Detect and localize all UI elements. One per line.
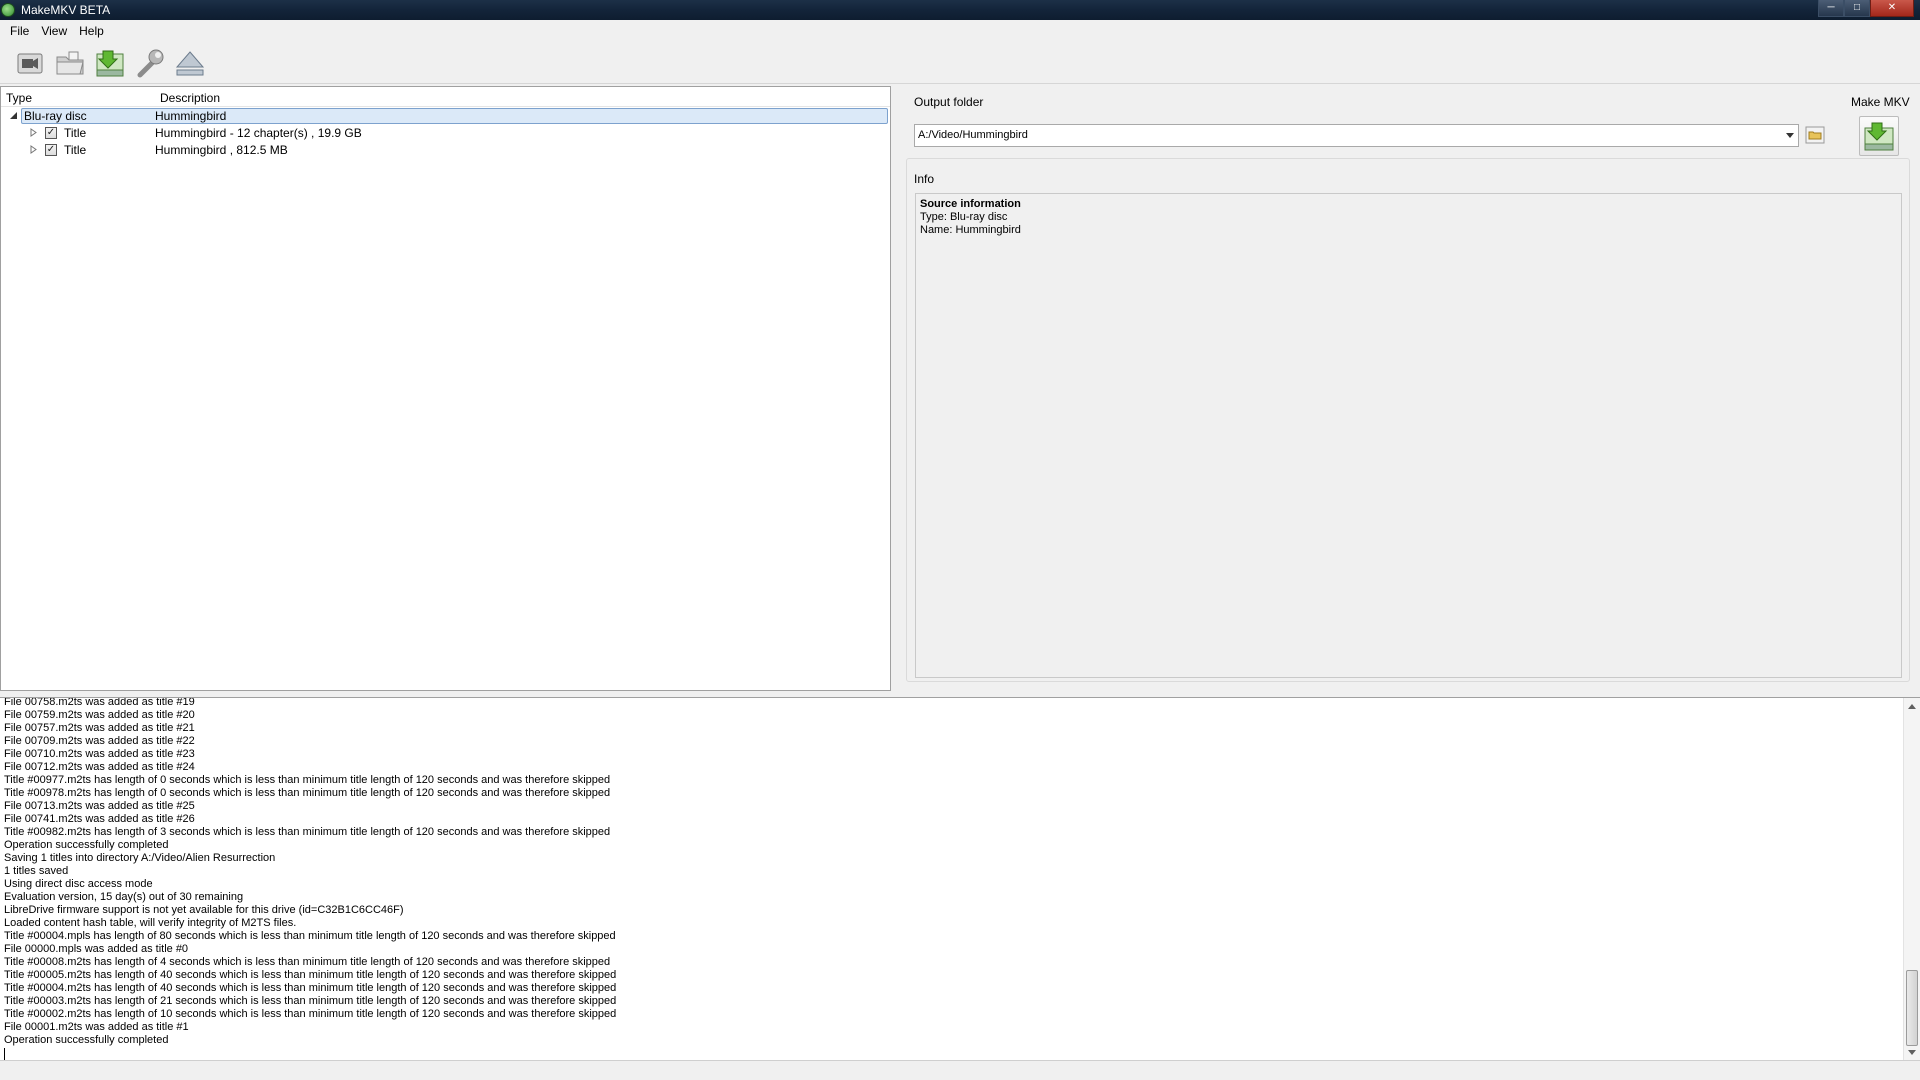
toolbar: [0, 42, 1920, 84]
log-line: Title #00004.m2ts has length of 40 secon…: [4, 982, 617, 994]
log-line: File 00713.m2ts was added as title #25: [4, 800, 195, 812]
text-cursor: [4, 1048, 5, 1060]
backup-icon: [96, 50, 124, 76]
open-files-icon: [56, 51, 84, 74]
log-line: Loaded content hash table, will verify i…: [4, 917, 297, 929]
collapse-arrow-icon[interactable]: [9, 111, 18, 120]
log-line: Saving 1 titles into directory A:/Video/…: [4, 852, 276, 864]
titles-tree[interactable]: Type Description Blu-ray disc Hummingbir…: [0, 86, 891, 691]
expand-arrow-icon[interactable]: [29, 128, 38, 137]
log-line: File 00710.m2ts was added as title #23: [4, 748, 195, 760]
column-description[interactable]: Description: [155, 87, 220, 106]
row-type: Title: [64, 126, 87, 140]
info-box: Source information Type: Blu-ray disc Na…: [915, 193, 1902, 678]
log-line: Operation successfully completed: [4, 839, 169, 851]
log-line: Title #00005.m2ts has length of 40 secon…: [4, 969, 617, 981]
scroll-down-arrow-icon[interactable]: [1908, 1050, 1916, 1055]
open-disc-icon: [17, 53, 43, 73]
open-disc-button[interactable]: [14, 47, 46, 79]
row-type: Blu-ray disc: [24, 109, 87, 123]
tree-row-disc[interactable]: Blu-ray disc Hummingbird: [1, 107, 890, 124]
column-type[interactable]: Type: [1, 87, 155, 106]
tree-row-title[interactable]: ✓ Title Hummingbird - 12 chapter(s) , 19…: [1, 124, 890, 141]
makemkv-logo-icon: [1, 3, 15, 17]
log-lines: File 00758.m2ts was added as title #19 F…: [4, 697, 1900, 1060]
title-checkbox[interactable]: ✓: [45, 127, 57, 139]
log-line: File 00757.m2ts was added as title #21: [4, 722, 195, 734]
log-panel[interactable]: File 00758.m2ts was added as title #19 F…: [0, 697, 1920, 1060]
title-checkbox[interactable]: ✓: [45, 144, 57, 156]
maximize-button[interactable]: □: [1844, 0, 1870, 17]
log-line: Title #00002.m2ts has length of 10 secon…: [4, 1008, 617, 1020]
status-bar: [0, 1060, 1920, 1080]
eject-icon: [175, 50, 205, 75]
row-description: Hummingbird , 812.5 MB: [155, 143, 288, 157]
log-line: File 00741.m2ts was added as title #26: [4, 813, 195, 825]
row-description: Hummingbird: [155, 109, 227, 123]
log-line: File 00001.m2ts was added as title #1: [4, 1021, 189, 1033]
log-line: Using direct disc access mode: [4, 878, 153, 890]
log-line: LibreDrive firmware support is not yet a…: [4, 904, 404, 916]
browse-folder-button[interactable]: [1804, 124, 1826, 146]
log-line: Title #00977.m2ts has length of 0 second…: [4, 774, 611, 786]
tree-header: Type Description: [1, 87, 890, 107]
right-panel: Output folder A:/Video/Hummingbird Make …: [906, 86, 1914, 686]
minimize-button[interactable]: ─: [1818, 0, 1844, 17]
close-button[interactable]: ✕: [1870, 0, 1914, 17]
log-line: Title #00004.mpls has length of 80 secon…: [4, 930, 616, 942]
output-folder-combobox[interactable]: A:/Video/Hummingbird: [914, 124, 1799, 147]
open-files-button[interactable]: [54, 47, 86, 79]
settings-wrench-icon: [137, 49, 164, 77]
expand-arrow-icon[interactable]: [29, 145, 38, 154]
info-line: Name: Hummingbird: [920, 224, 1021, 236]
row-description: Hummingbird - 12 chapter(s) , 19.9 GB: [155, 126, 362, 140]
window-controls: ─ □ ✕: [1818, 0, 1914, 18]
output-folder-label: Output folder: [914, 95, 984, 109]
make-mkv-button[interactable]: [1859, 116, 1899, 156]
title-bar: MakeMKV BETA ─ □ ✕: [0, 0, 1920, 20]
menu-view[interactable]: View: [35, 24, 73, 38]
log-line: 1 titles saved: [4, 865, 69, 877]
menu-file[interactable]: File: [4, 24, 35, 38]
log-line: File 00712.m2ts was added as title #24: [4, 761, 195, 773]
make-mkv-label: Make MKV: [1851, 95, 1910, 109]
scroll-thumb[interactable]: [1906, 970, 1918, 1046]
menu-bar: File View Help: [0, 20, 1920, 42]
log-line: Title #00982.m2ts has length of 3 second…: [4, 826, 611, 838]
log-scrollbar[interactable]: [1903, 698, 1920, 1060]
row-type: Title: [64, 143, 87, 157]
log-line: Evaluation version, 15 day(s) out of 30 …: [4, 891, 244, 903]
log-line: File 00759.m2ts was added as title #20: [4, 709, 195, 721]
settings-button[interactable]: [134, 47, 166, 79]
tree-row-title[interactable]: ✓ Title Hummingbird , 812.5 MB: [1, 141, 890, 158]
log-line: File 00758.m2ts was added as title #19: [4, 697, 195, 708]
log-line: File 00709.m2ts was added as title #22: [4, 735, 195, 747]
backup-button[interactable]: [94, 47, 126, 79]
dropdown-arrow-icon[interactable]: [1786, 133, 1794, 138]
menu-help[interactable]: Help: [73, 24, 110, 38]
log-line: Operation successfully completed: [4, 1034, 169, 1046]
output-folder-value: A:/Video/Hummingbird: [918, 129, 1028, 141]
window-title: MakeMKV BETA: [21, 3, 111, 17]
info-heading: Source information: [920, 198, 1021, 210]
log-line: Title #00978.m2ts has length of 0 second…: [4, 787, 611, 799]
log-line: File 00000.mpls was added as title #0: [4, 943, 189, 955]
log-line: Title #00003.m2ts has length of 21 secon…: [4, 995, 617, 1007]
make-mkv-icon: [1864, 122, 1894, 151]
eject-button[interactable]: [174, 47, 206, 79]
info-line: Type: Blu-ray disc: [920, 211, 1008, 223]
info-label: Info: [914, 172, 935, 186]
scroll-up-arrow-icon[interactable]: [1908, 704, 1916, 709]
log-line: Title #00008.m2ts has length of 4 second…: [4, 956, 611, 968]
folder-icon: [1805, 126, 1825, 144]
